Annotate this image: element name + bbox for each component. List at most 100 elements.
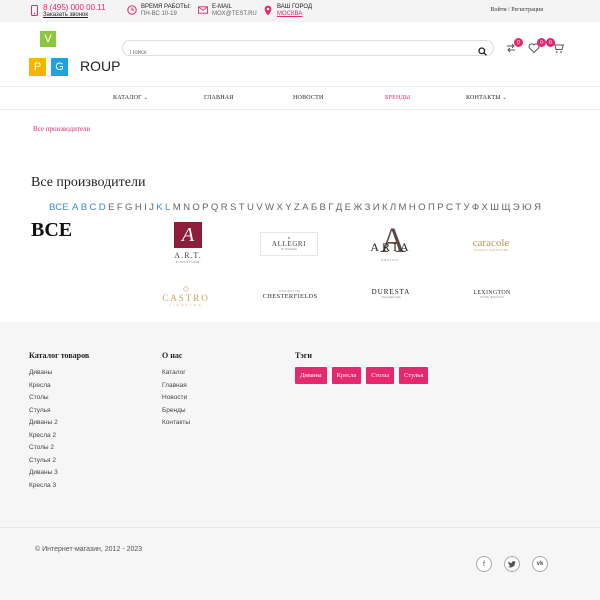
brand-logo-chesterfields[interactable]: DISTINCTIVE CHESTERFIELDS [260, 286, 320, 304]
nav-item-home[interactable]: Главная [204, 95, 234, 101]
alphabet-letter[interactable]: В [319, 202, 326, 213]
alphabet-letter[interactable]: R [221, 202, 228, 213]
alphabet-letter[interactable]: Х [482, 202, 489, 213]
alphabet-letter[interactable]: T [239, 202, 245, 213]
alphabet-letter[interactable]: L [165, 202, 171, 213]
alphabet-letter[interactable]: Y [285, 202, 292, 213]
alphabet-letter[interactable]: С [446, 202, 453, 213]
alphabet-letter[interactable]: Н [409, 202, 416, 213]
brand-logo-allegri[interactable]: ♛ ALLEGRI BY RUGIANO [260, 232, 318, 256]
email-value[interactable]: MOX@TEST.RU [212, 11, 257, 18]
alphabet-letter[interactable]: Г [328, 202, 333, 213]
alphabet-letter[interactable]: N [183, 202, 190, 213]
footer-link[interactable]: Диваны [29, 369, 89, 382]
alphabet-letter[interactable]: Д [336, 202, 343, 213]
alphabet-letter[interactable]: B [81, 202, 88, 213]
alphabet-letter[interactable]: F [117, 202, 123, 213]
footer-link[interactable]: Диваны 2 [29, 419, 89, 432]
alphabet-letter[interactable]: I [144, 202, 147, 213]
tag-button[interactable]: Стулья [399, 367, 429, 384]
alphabet-letter[interactable]: А [302, 202, 309, 213]
alphabet-letter[interactable]: O [192, 202, 200, 213]
footer-link[interactable]: Бренды [162, 407, 190, 420]
footer-link[interactable]: Каталог [162, 369, 190, 382]
footer-link[interactable]: Стулья [29, 407, 89, 420]
alphabet-letter[interactable]: Л [390, 202, 397, 213]
alphabet-letter[interactable]: Ж [353, 202, 362, 213]
alphabet-letter[interactable]: Ш [490, 202, 499, 213]
nav-item-contacts[interactable]: Контакты ⌄ [466, 95, 507, 101]
tag-button[interactable]: Диваны [295, 367, 327, 384]
alphabet-letter[interactable]: И [373, 202, 380, 213]
alphabet-letter[interactable]: A [72, 202, 79, 213]
callback-link[interactable]: Заказать звонок [43, 12, 106, 19]
nav-item-news[interactable]: Новости [293, 95, 323, 101]
footer-link[interactable]: Контакты [162, 419, 190, 432]
alphabet-letter[interactable]: Я [534, 202, 541, 213]
brand-logo-aria[interactable]: A ARIA DESIGN [360, 220, 420, 268]
alphabet-letter[interactable]: П [428, 202, 435, 213]
vk-icon[interactable]: vk [532, 556, 548, 572]
city-value[interactable]: Москва [277, 11, 312, 18]
footer-link[interactable]: Стулья 2 [29, 457, 89, 470]
alphabet-letter[interactable]: Ю [522, 202, 532, 213]
footer-link[interactable]: Диваны 3 [29, 469, 89, 482]
alphabet-letter[interactable]: S [230, 202, 237, 213]
footer-link[interactable]: Кресла 3 [29, 482, 89, 495]
nav-item-catalog[interactable]: Каталог ⌄ [113, 95, 148, 101]
alphabet-letter[interactable]: K [156, 202, 163, 213]
phone-number[interactable]: 8 (495) 000 00.11 [43, 4, 106, 12]
alphabet-letter[interactable]: Б [311, 202, 318, 213]
alphabet-letter[interactable]: Т [455, 202, 461, 213]
login-register-link[interactable]: Войти / Регистрация [490, 7, 543, 13]
alphabet-letter[interactable]: К [382, 202, 388, 213]
footer-link[interactable]: Столы 2 [29, 444, 89, 457]
twitter-icon[interactable] [504, 556, 520, 572]
brand-logo-art[interactable]: A A.R.T. FURNITURE [160, 219, 216, 267]
alphabet-letter[interactable]: З [365, 202, 371, 213]
brand-logo-duresta[interactable]: DURESTA The English Sofa [362, 284, 420, 302]
nav-item-brands[interactable]: Бренды [385, 95, 410, 101]
alphabet-letter[interactable]: Z [294, 202, 300, 213]
alphabet-letter[interactable]: W [265, 202, 274, 213]
search-icon[interactable] [478, 43, 488, 56]
alphabet-letter[interactable]: U [247, 202, 254, 213]
footer-link[interactable]: Столы [29, 394, 89, 407]
alphabet-letter[interactable]: Щ [501, 202, 510, 213]
alphabet-letter[interactable]: M [173, 202, 181, 213]
footer-link[interactable]: Кресла [29, 382, 89, 395]
alphabet-letter[interactable]: V [256, 202, 263, 213]
facebook-icon[interactable]: f [476, 556, 492, 572]
breadcrumb[interactable]: Все производители [33, 125, 90, 133]
alphabet-letter[interactable]: Р [437, 202, 444, 213]
favorites-button[interactable]: 0 [528, 38, 546, 55]
footer-link[interactable]: Главная [162, 382, 190, 395]
alphabet-letter[interactable]: P [202, 202, 209, 213]
cart-button[interactable]: 0 [546, 38, 566, 55]
search-input[interactable] [123, 46, 463, 60]
alphabet-letter[interactable]: Э [513, 202, 520, 213]
alphabet-letter[interactable]: М [399, 202, 407, 213]
brand-logo-caracole[interactable]: caracole CLASSIC FURNITURE [462, 232, 520, 256]
footer-link[interactable]: Кресла 2 [29, 432, 89, 445]
logo[interactable]: V P G ROUP [29, 31, 120, 77]
alphabet-letter[interactable]: У [463, 202, 469, 213]
alphabet-letter[interactable]: Q [211, 202, 219, 213]
alphabet-letter-all[interactable]: ВСЕ [49, 202, 69, 213]
alphabet-letter[interactable]: X [276, 202, 283, 213]
alphabet-letter[interactable]: J [149, 202, 154, 213]
alphabet-letter[interactable]: C [90, 202, 97, 213]
brand-logo-castro[interactable]: ◇ CASTRO LIGHTING [155, 280, 217, 312]
alphabet-letter[interactable]: E [108, 202, 115, 213]
alphabet-letter[interactable]: H [135, 202, 142, 213]
alphabet-letter[interactable]: G [125, 202, 133, 213]
footer-link[interactable]: Новости [162, 394, 190, 407]
compare-button[interactable]: 0 [505, 38, 523, 55]
brand-logo-lexington[interactable]: LEXINGTON HOME BRANDS [462, 285, 522, 303]
alphabet-letter[interactable]: D [99, 202, 106, 213]
alphabet-letter[interactable]: Ф [472, 202, 480, 213]
alphabet-letter[interactable]: О [418, 202, 426, 213]
alphabet-letter[interactable]: Е [345, 202, 352, 213]
tag-button[interactable]: Столы [366, 367, 395, 384]
tag-button[interactable]: Кресла [331, 367, 362, 384]
